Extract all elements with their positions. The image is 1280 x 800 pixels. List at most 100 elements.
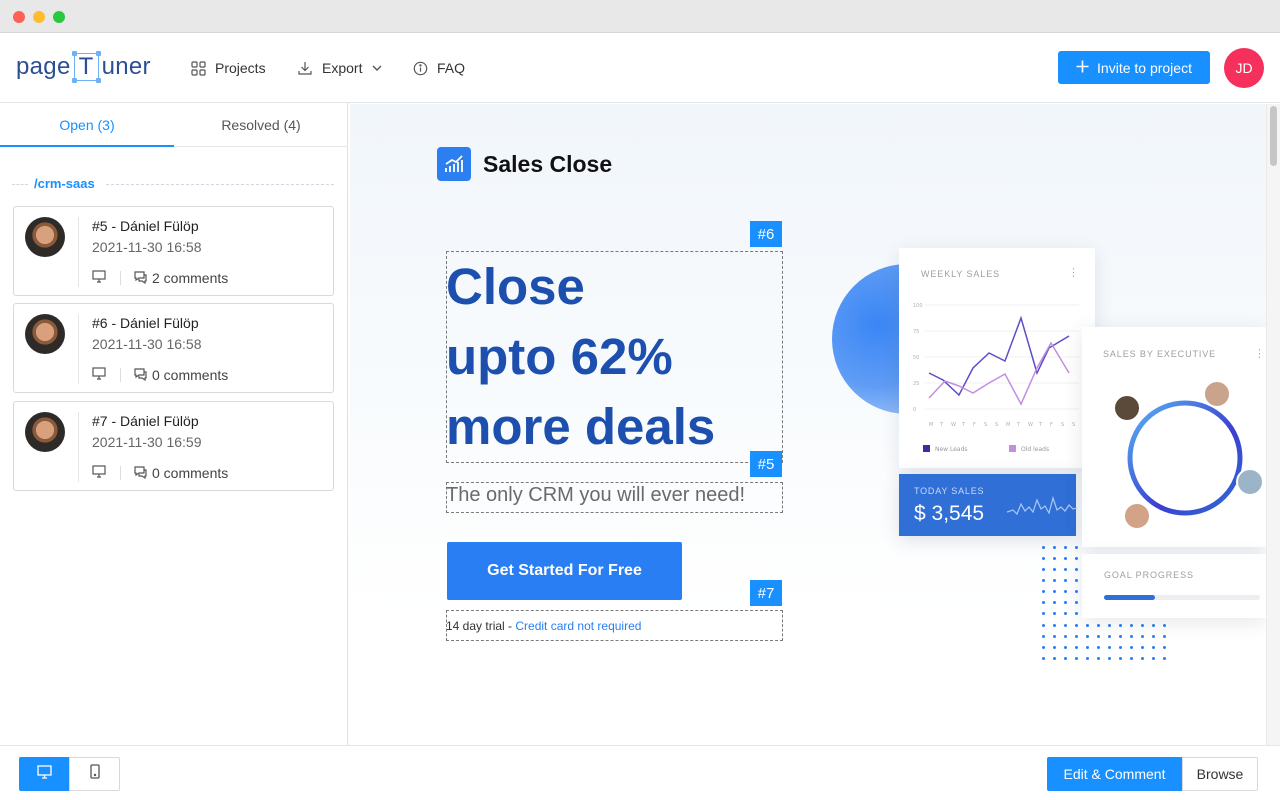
y-tick: 50 — [913, 355, 919, 361]
x-tick: T — [939, 422, 944, 428]
close-window-button[interactable] — [13, 11, 25, 23]
nav-export[interactable]: Export — [297, 55, 383, 81]
x-tick: S — [995, 422, 998, 428]
comment-card-7[interactable]: #7 - Dániel Fülöp 2021-11-30 16:59 0 com… — [13, 401, 334, 491]
nav-faq-label: FAQ — [437, 60, 466, 76]
scrollbar-thumb[interactable] — [1270, 106, 1277, 166]
comment-highlight-7[interactable] — [446, 610, 783, 641]
logo-boxed-letter: T — [71, 51, 101, 83]
author-avatar — [25, 412, 65, 452]
tab-resolved[interactable]: Resolved (4) — [174, 103, 348, 147]
edit-comment-button[interactable]: Edit & Comment — [1047, 757, 1182, 791]
goal-progress-title: GOAL PROGRESS — [1104, 570, 1194, 580]
executive-avatar — [1203, 380, 1231, 408]
legend-swatch-old — [1009, 445, 1016, 452]
x-tick: T — [1016, 422, 1021, 428]
chevron-down-icon — [371, 62, 383, 74]
today-sales-panel: TODAY SALES $ 3,545 — [899, 474, 1077, 536]
page-group-header: /crm-saas — [12, 176, 334, 192]
x-tick: F — [973, 422, 976, 428]
minimize-window-button[interactable] — [33, 11, 45, 23]
tab-open[interactable]: Open (3) — [0, 103, 174, 147]
weekly-sales-line-chart: 100 75 50 25 0 M T W T F S S M T W T F S… — [913, 303, 1079, 453]
nav-projects-label: Projects — [215, 60, 266, 76]
x-tick: S — [1061, 422, 1064, 428]
mobile-view-button[interactable] — [69, 757, 120, 791]
comment-highlight-5[interactable] — [446, 482, 783, 513]
x-tick: M — [929, 422, 933, 428]
maximize-window-button[interactable] — [53, 11, 65, 23]
y-tick: 0 — [913, 407, 916, 413]
author-avatar — [25, 314, 65, 354]
y-tick: 100 — [913, 303, 923, 309]
comment-pin-5[interactable]: #5 — [750, 451, 782, 477]
executive-avatar — [1113, 394, 1141, 422]
nav-export-label: Export — [322, 60, 363, 76]
nav-projects[interactable]: Projects — [191, 55, 266, 81]
comment-pin-7[interactable]: #7 — [750, 580, 782, 606]
comment-title: #6 - Dániel Fülöp — [92, 315, 199, 331]
comment-card-5[interactable]: #5 - Dániel Fülöp 2021-11-30 16:58 2 com… — [13, 206, 334, 296]
preview-scrollbar[interactable] — [1266, 104, 1280, 745]
info-circle-icon — [413, 61, 428, 76]
legend-new-leads: New Leads — [935, 446, 968, 453]
comment-meta: 0 comments — [92, 366, 228, 384]
active-tab-indicator — [0, 145, 174, 147]
browse-button[interactable]: Browse — [1182, 757, 1258, 791]
user-avatar[interactable]: JD — [1224, 48, 1264, 88]
page-group-path: /crm-saas — [34, 176, 95, 191]
legend-swatch-new — [923, 445, 930, 452]
comment-card-6[interactable]: #6 - Dániel Fülöp 2021-11-30 16:58 0 com… — [13, 303, 334, 393]
bar-chart-logo-icon — [437, 147, 471, 181]
site-brand: Sales Close — [437, 147, 612, 181]
logo-prefix: page — [16, 53, 71, 80]
comment-title: #7 - Dániel Fülöp — [92, 413, 199, 429]
legend-old-leads: Old leads — [1021, 446, 1049, 453]
comment-tabs: Open (3) Resolved (4) — [0, 103, 348, 147]
author-avatar — [25, 217, 65, 257]
comments-icon — [133, 465, 148, 482]
executive-donut — [1113, 380, 1264, 530]
mobile-icon — [89, 764, 100, 784]
executive-avatar — [1236, 468, 1264, 496]
desktop-icon — [36, 764, 52, 784]
comment-highlight-6[interactable] — [446, 251, 783, 463]
x-tick: W — [1028, 422, 1033, 428]
plus-icon — [1076, 60, 1089, 76]
comments-icon — [133, 270, 148, 287]
pagetuner-logo[interactable]: page T uner — [16, 50, 151, 84]
sparkline — [1007, 495, 1077, 516]
x-tick: S — [1072, 422, 1075, 428]
logo-boxed-text: T — [78, 53, 94, 80]
desktop-view-button[interactable] — [19, 757, 69, 791]
get-started-button[interactable]: Get Started For Free — [447, 542, 682, 600]
site-brand-name: Sales Close — [483, 150, 613, 177]
x-tick: S — [984, 422, 987, 428]
executive-avatar — [1123, 502, 1151, 530]
comment-meta: 2 comments — [92, 269, 228, 287]
goal-progress-track — [1104, 595, 1260, 600]
comment-count: 0 comments — [152, 465, 229, 481]
window-titlebar — [0, 0, 1280, 33]
today-sales-label: TODAY SALES — [914, 486, 985, 496]
today-sales-value: $ 3,545 — [914, 502, 985, 525]
comment-count: 2 comments — [152, 270, 229, 286]
app-header: page T uner Projects Export FAQ Invite t… — [0, 33, 1280, 103]
sales-by-executive-panel: SALES BY EXECUTIVE ⋮ — [1082, 327, 1266, 547]
x-tick: W — [951, 422, 956, 428]
x-tick: F — [1050, 422, 1053, 428]
desktop-icon — [92, 270, 106, 286]
comment-title: #5 - Dániel Fülöp — [92, 218, 199, 234]
desktop-icon — [92, 465, 106, 481]
download-icon — [297, 60, 313, 76]
x-tick: T — [1038, 422, 1043, 428]
comments-sidebar: Open (3) Resolved (4) /crm-saas #5 - Dán… — [0, 103, 348, 745]
nav-faq[interactable]: FAQ — [413, 55, 465, 81]
y-tick: 75 — [913, 329, 919, 335]
invite-to-project-button[interactable]: Invite to project — [1058, 51, 1210, 84]
comments-icon — [133, 367, 148, 384]
comment-pin-6[interactable]: #6 — [750, 221, 782, 247]
bottom-toolbar: Edit & Comment Browse — [0, 745, 1280, 800]
goal-progress-panel: GOAL PROGRESS — [1082, 554, 1266, 618]
page-preview[interactable]: Sales Close Close upto 62% more deals #6… — [350, 104, 1266, 745]
